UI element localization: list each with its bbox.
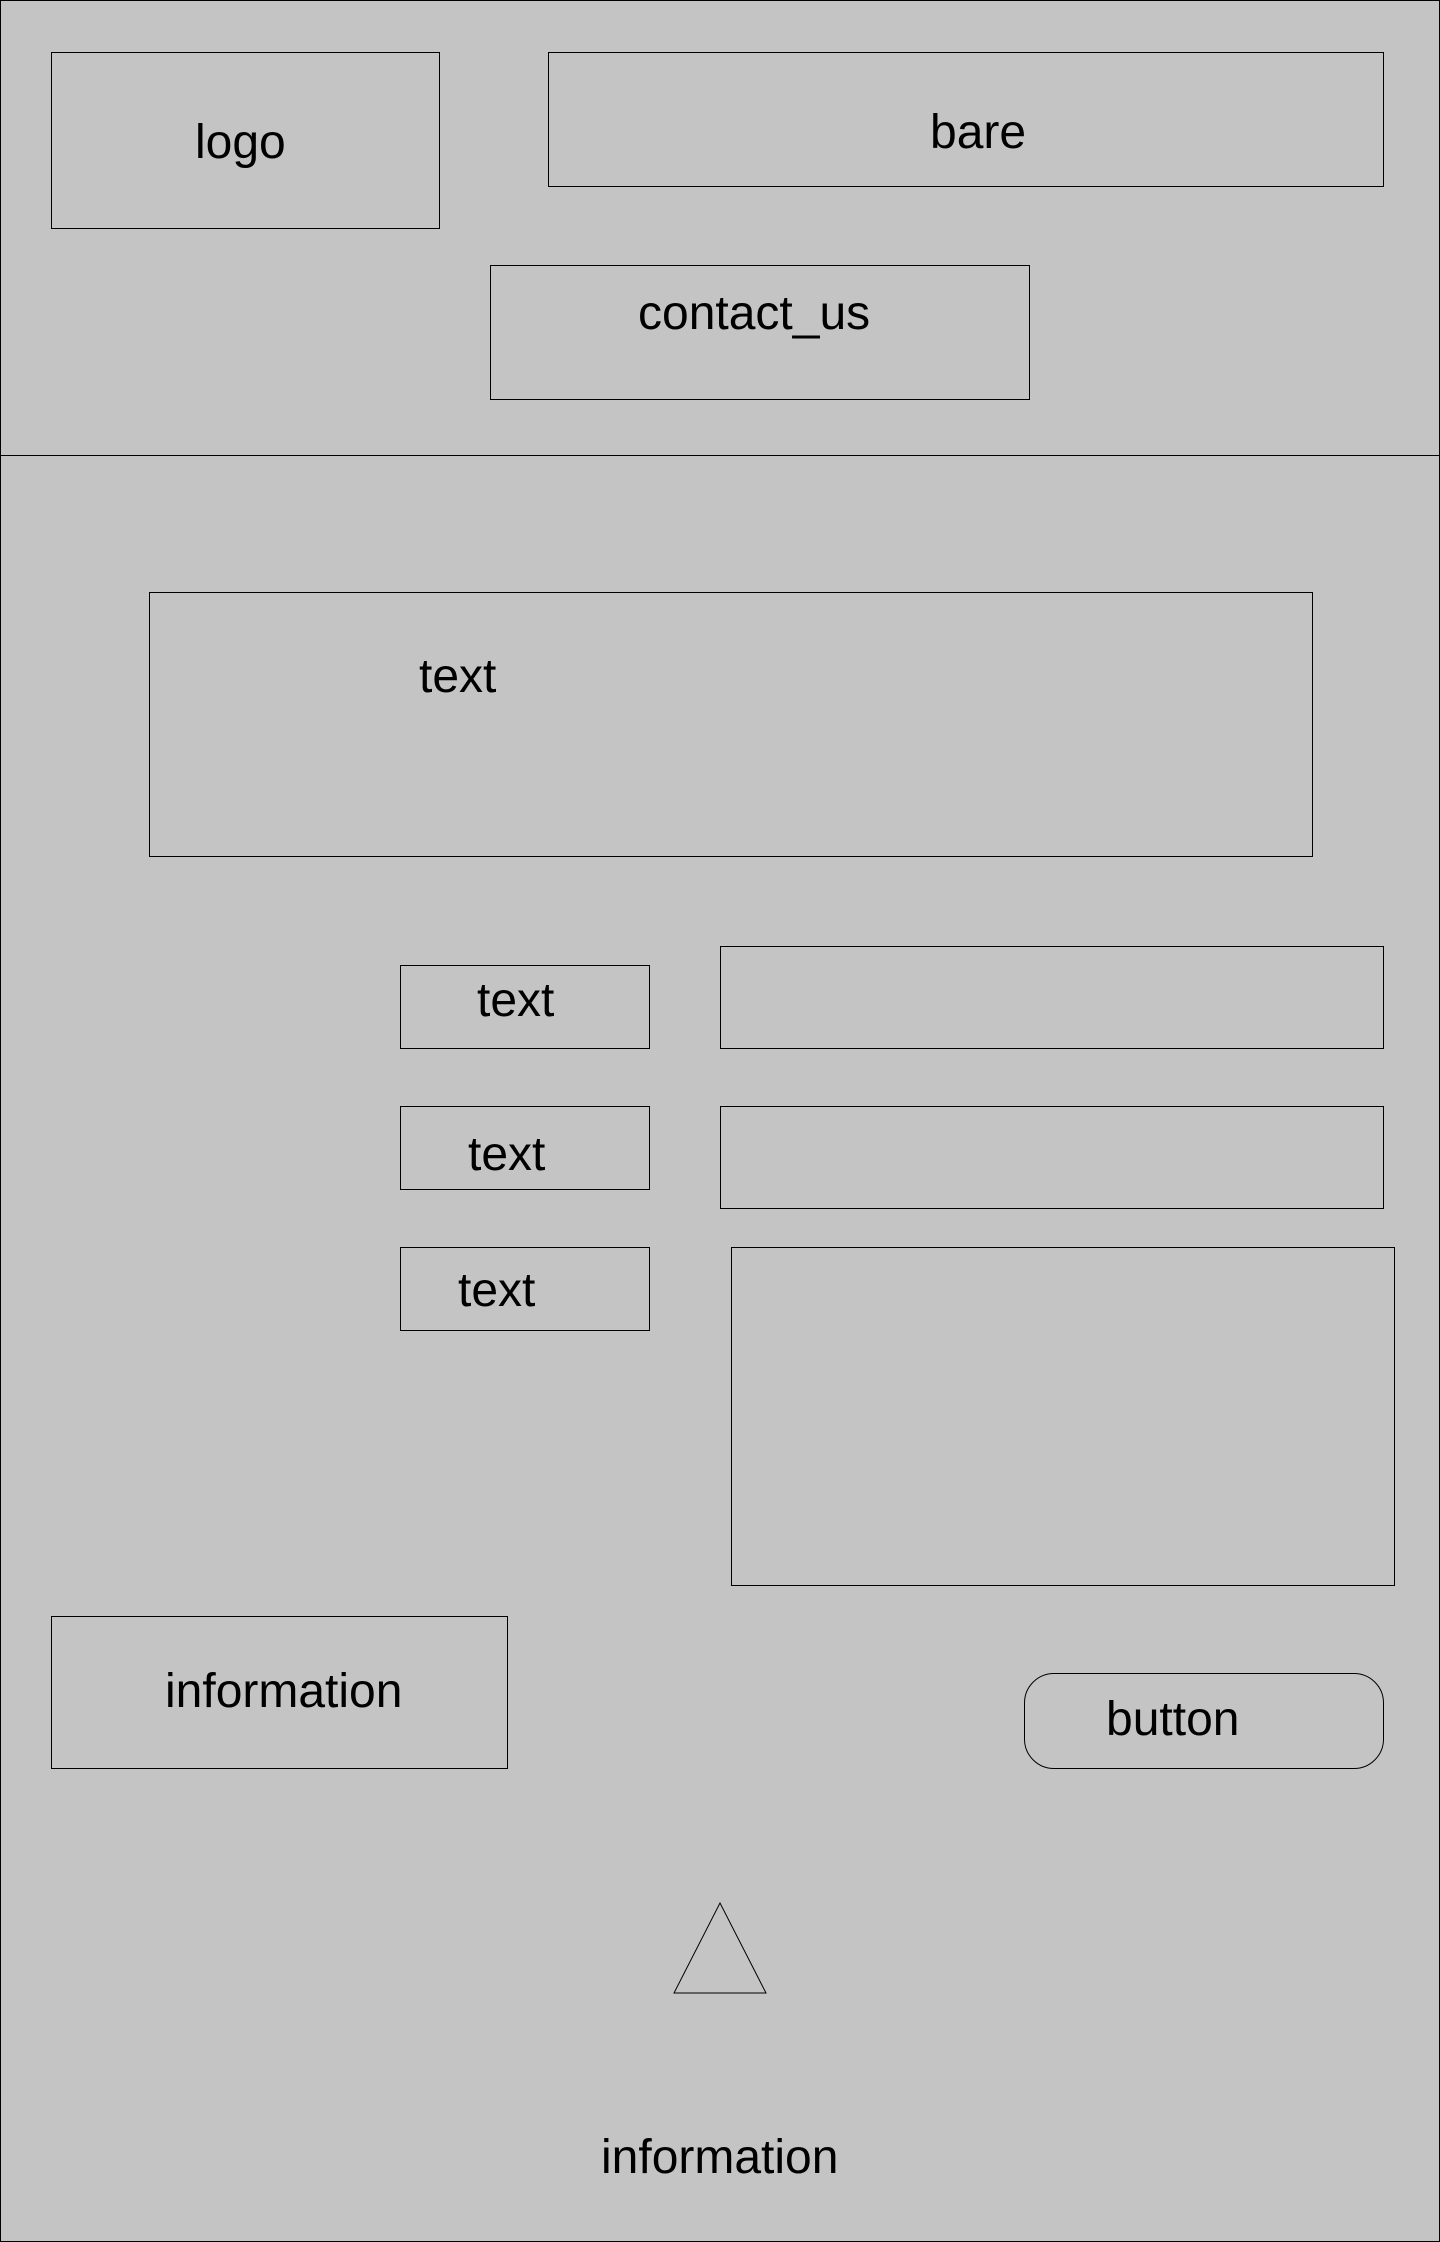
form-text-input[interactable] [720, 946, 1384, 1049]
information-label: information [165, 1665, 403, 1718]
form-field-label: text [477, 974, 555, 1027]
header-divider [0, 455, 1440, 456]
form-textarea[interactable] [731, 1247, 1395, 1586]
footer-information: information [601, 2131, 839, 2184]
intro-text: text [419, 650, 497, 703]
contact-us-label: contact_us [638, 287, 871, 340]
form-field-label: text [458, 1264, 536, 1317]
form-text-input[interactable] [720, 1106, 1384, 1209]
form-field-label: text [468, 1128, 546, 1181]
intro-text-block [149, 592, 1313, 857]
triangle-up-icon[interactable] [673, 1902, 767, 1994]
logo-label: logo [195, 116, 286, 169]
submit-button-label: button [1106, 1693, 1240, 1746]
header-bar-label: bare [930, 106, 1027, 159]
